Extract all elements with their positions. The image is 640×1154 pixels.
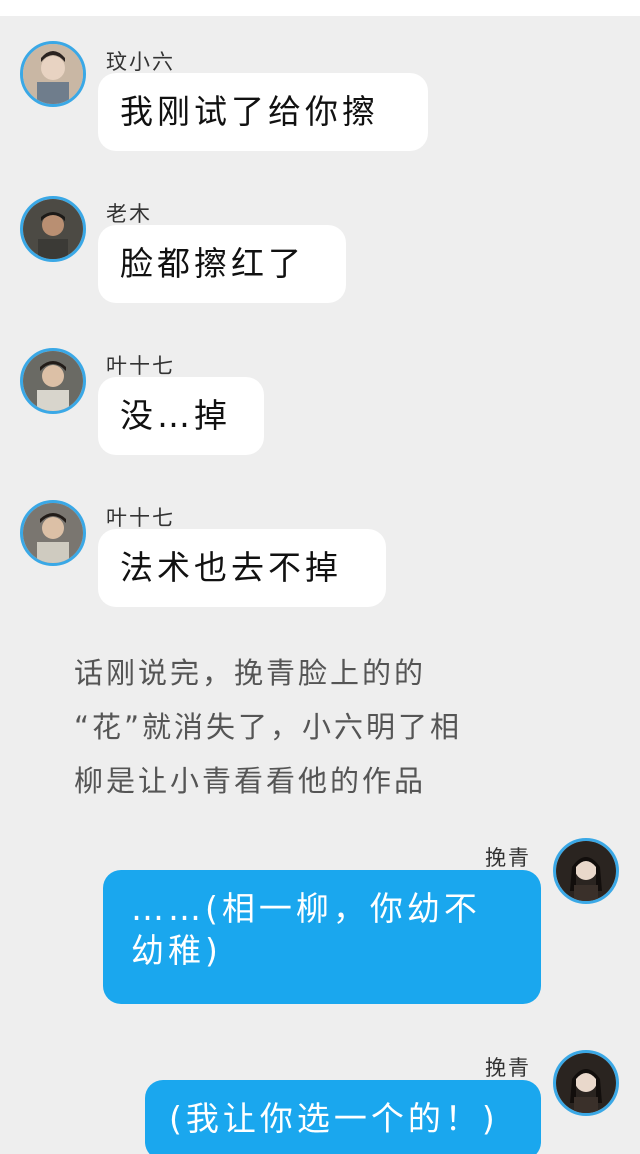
sender-name: 叶十七 <box>106 506 175 530</box>
sender-name: 挽青 <box>485 846 531 870</box>
avatar[interactable] <box>553 1050 619 1116</box>
narration-line: “花”就消失了，小六明了相 <box>74 710 463 744</box>
avatar[interactable] <box>20 348 86 414</box>
sender-name: 挽青 <box>485 1056 531 1080</box>
sender-name: 老木 <box>106 202 152 226</box>
message-bubble[interactable]: ……(相一柳，你幼不幼稚) <box>103 870 541 1004</box>
sender-name: 玟小六 <box>106 50 175 74</box>
narration-line: 柳是让小青看看他的作品 <box>74 764 427 798</box>
message-bubble[interactable]: 脸都擦红了 <box>98 225 346 303</box>
avatar[interactable] <box>20 41 86 107</box>
chat-thread: 玟小六 我刚试了给你擦 老木 脸都擦红了 叶十七 没…掉 叶十七 法术也去不掉 … <box>0 16 640 1154</box>
message-bubble[interactable]: 没…掉 <box>98 377 264 455</box>
sender-name: 叶十七 <box>106 354 175 378</box>
narration-line: 话刚说完，挽青脸上的的 <box>74 656 427 690</box>
avatar[interactable] <box>553 838 619 904</box>
message-bubble[interactable]: 法术也去不掉 <box>98 529 386 607</box>
avatar[interactable] <box>20 500 86 566</box>
message-bubble[interactable]: 我刚试了给你擦 <box>98 73 428 151</box>
message-bubble[interactable]: (我让你选一个的！) <box>145 1080 541 1154</box>
narration-text: 话刚说完，挽青脸上的的 “花”就消失了，小六明了相 柳是让小青看看他的作品 <box>74 646 574 808</box>
avatar[interactable] <box>20 196 86 262</box>
